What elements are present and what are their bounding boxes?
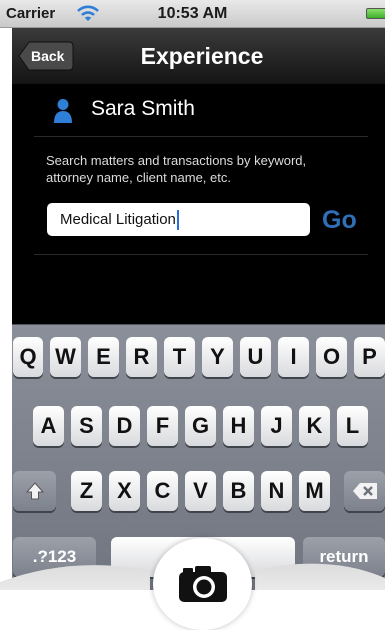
search-input[interactable]: Medical Litigation [47, 203, 310, 236]
delete-key[interactable] [344, 471, 385, 511]
key-f[interactable]: F [147, 406, 178, 446]
phone-screen: Carrier 10:53 AM Back Experience Sara Sm… [0, 0, 385, 630]
key-q[interactable]: Q [13, 337, 43, 377]
key-u[interactable]: U [240, 337, 271, 377]
divider [34, 136, 368, 137]
key-n[interactable]: N [261, 471, 292, 511]
navigation-bar: Back Experience [12, 28, 385, 85]
key-s[interactable]: S [71, 406, 102, 446]
key-r[interactable]: R [126, 337, 157, 377]
key-v[interactable]: V [185, 471, 216, 511]
divider [34, 254, 368, 255]
key-p[interactable]: P [354, 337, 385, 377]
key-y[interactable]: Y [202, 337, 233, 377]
search-input-text: Medical Litigation [60, 211, 176, 228]
key-c[interactable]: C [147, 471, 178, 511]
user-name: Sara Smith [91, 97, 195, 120]
back-button-label: Back [31, 48, 65, 64]
search-panel: Sara Smith Search matters and transactio… [12, 84, 385, 324]
key-h[interactable]: H [223, 406, 254, 446]
back-button[interactable]: Back [18, 41, 74, 71]
key-z[interactable]: Z [71, 471, 102, 511]
search-input-value: Medical Litigation [60, 203, 179, 236]
search-hint: Search matters and transactions by keywo… [46, 153, 307, 185]
key-k[interactable]: K [299, 406, 330, 446]
battery-icon [366, 8, 385, 19]
shift-icon [25, 482, 44, 500]
key-e[interactable]: E [88, 337, 119, 377]
page-title: Experience [140, 43, 264, 69]
key-a[interactable]: A [33, 406, 64, 446]
key-m[interactable]: M [299, 471, 330, 511]
text-caret [176, 210, 179, 231]
key-w[interactable]: W [50, 337, 81, 377]
key-i[interactable]: I [278, 337, 309, 377]
key-l[interactable]: L [337, 406, 368, 446]
status-bar: Carrier 10:53 AM [0, 0, 385, 28]
key-g[interactable]: G [185, 406, 216, 446]
camera-icon [179, 566, 227, 602]
key-b[interactable]: B [223, 471, 254, 511]
shift-key[interactable] [13, 471, 56, 511]
status-time: 10:53 AM [157, 5, 228, 22]
key-d[interactable]: D [109, 406, 140, 446]
camera-button[interactable] [153, 538, 252, 630]
delete-icon [352, 483, 377, 499]
key-o[interactable]: O [316, 337, 347, 377]
key-t[interactable]: T [164, 337, 195, 377]
key-x[interactable]: X [109, 471, 140, 511]
person-icon [54, 99, 72, 123]
go-button[interactable]: Go [322, 204, 357, 236]
key-j[interactable]: J [261, 406, 292, 446]
